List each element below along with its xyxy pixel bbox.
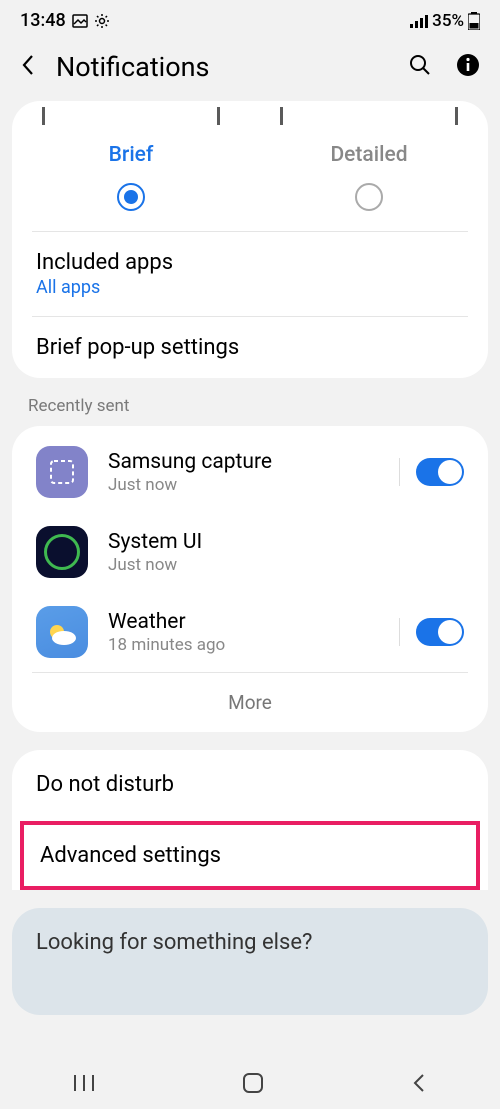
app-name: Samsung capture [108,450,379,474]
gear-icon [94,13,110,29]
more-button[interactable]: More [12,673,488,732]
app-name: Weather [108,610,379,634]
nav-back[interactable] [411,1072,427,1094]
status-bar: 13:48 35% [0,0,500,37]
app-row-weather[interactable]: Weather 18 minutes ago [12,592,488,672]
advanced-settings-highlight: Advanced settings [20,821,480,890]
radio-detailed[interactable] [355,183,383,211]
battery-text: 35% [432,11,464,31]
looking-for-title: Looking for something else? [36,930,464,955]
app-icon-samsung-capture [36,446,88,498]
page-title: Notifications [56,51,388,83]
recently-sent-label: Recently sent [0,396,500,426]
toggle-samsung-capture[interactable] [416,458,464,486]
app-row-system-ui[interactable]: System UI Just now [12,512,488,592]
app-time: 18 minutes ago [108,635,379,655]
app-time: Just now [108,475,379,495]
style-brief-tab[interactable]: Brief [12,107,250,231]
navigation-bar [0,1057,500,1109]
app-time: Just now [108,555,464,575]
included-apps-value: All apps [36,277,464,298]
image-icon [72,13,88,29]
style-detailed-tab[interactable]: Detailed [250,107,488,231]
brief-popup-title: Brief pop-up settings [36,335,464,360]
app-icon-weather [36,606,88,658]
do-not-disturb-row[interactable]: Do not disturb [12,750,488,819]
back-button[interactable] [20,53,36,82]
toggle-weather[interactable] [416,618,464,646]
app-row-samsung-capture[interactable]: Samsung capture Just now [12,432,488,512]
nav-home[interactable] [242,1072,264,1094]
included-apps-title: Included apps [36,250,464,275]
radio-brief[interactable] [117,183,145,211]
status-left-icons [72,13,110,29]
app-name: System UI [108,530,464,554]
style-detailed-label: Detailed [250,143,488,167]
app-icon-system-ui [36,526,88,578]
recently-sent-card: Samsung capture Just now System UI Just … [12,426,488,732]
signal-icon [410,14,428,28]
status-time: 13:48 [20,10,66,31]
advanced-settings-row[interactable]: Advanced settings [24,825,476,886]
looking-for-card[interactable]: Looking for something else? [12,908,488,1015]
nav-recents[interactable] [73,1073,95,1093]
brief-popup-row[interactable]: Brief pop-up settings [12,317,488,378]
search-icon[interactable] [408,53,432,81]
style-brief-label: Brief [12,143,250,167]
battery-icon [468,12,480,30]
info-icon[interactable] [456,53,480,81]
header: Notifications [0,37,500,101]
notification-style-card: Brief Detailed Included apps All apps Br… [12,101,488,378]
included-apps-row[interactable]: Included apps All apps [12,232,488,316]
settings-card: Do not disturb Advanced settings [12,750,488,890]
